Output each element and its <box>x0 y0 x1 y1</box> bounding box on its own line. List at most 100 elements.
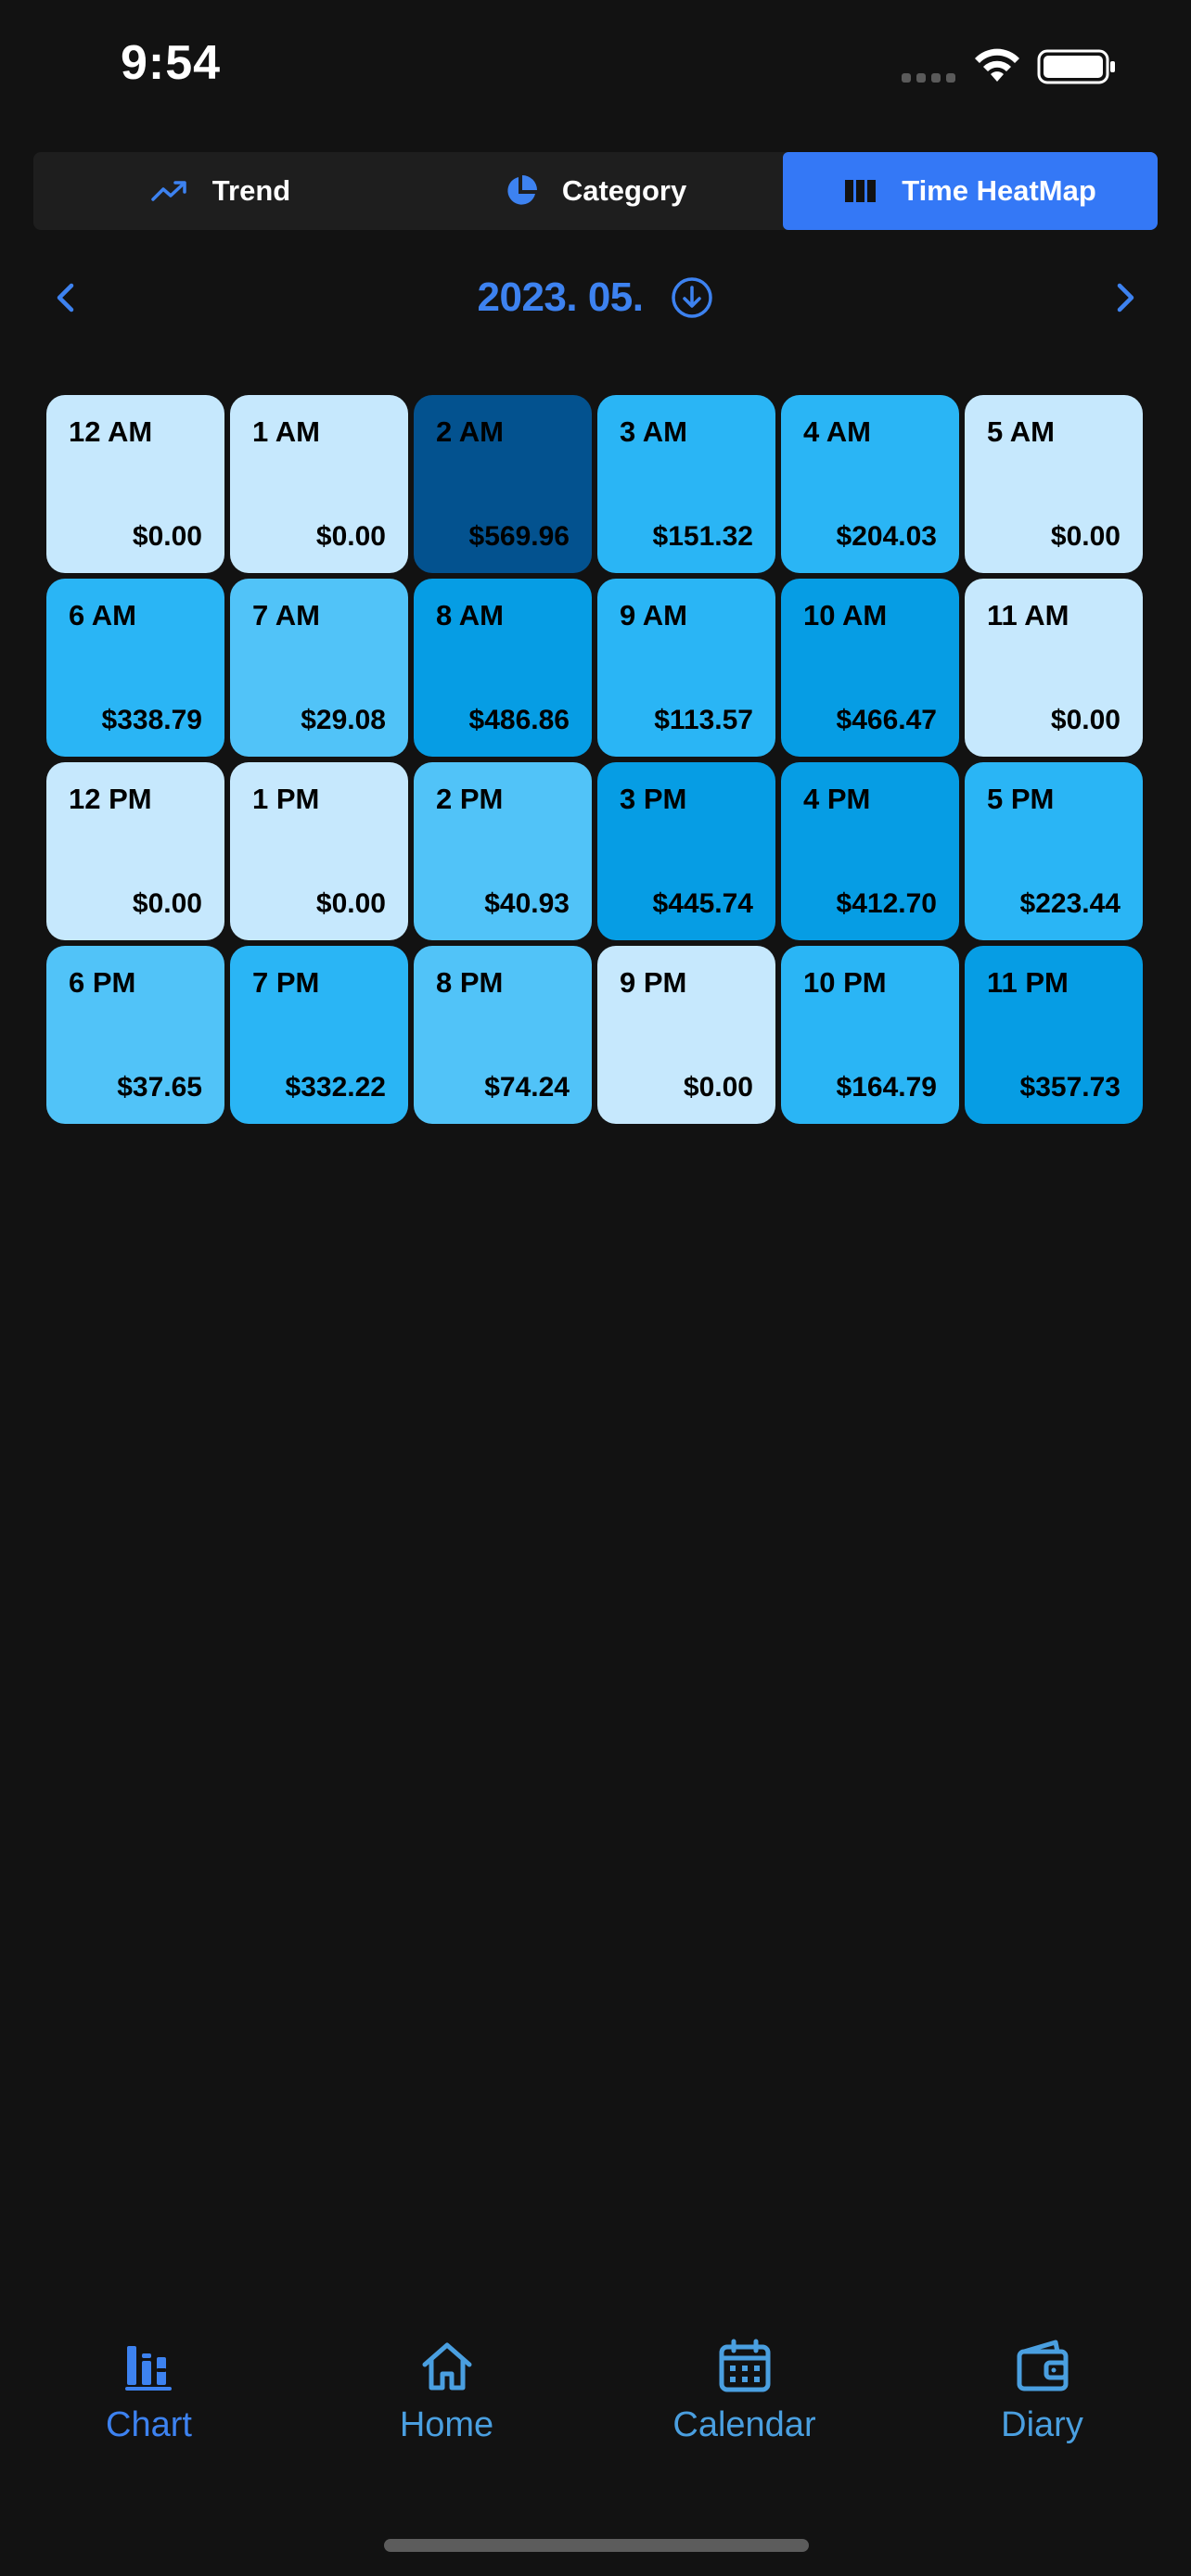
calendar-icon <box>719 2339 770 2392</box>
heatmap-cell-amount: $74.24 <box>484 1072 570 1103</box>
heatmap-cell[interactable]: 2 PM $40.93 <box>414 762 592 940</box>
heatmap-cell-amount: $40.93 <box>484 888 570 919</box>
tab-bar: Chart Home Calendar Diary <box>0 2337 1191 2476</box>
heatmap-cell[interactable]: 6 PM $37.65 <box>46 946 224 1124</box>
battery-icon <box>1037 49 1115 84</box>
heatmap-cell[interactable]: 4 AM $204.03 <box>781 395 959 573</box>
heatmap-cell[interactable]: 2 AM $569.96 <box>414 395 592 573</box>
segment-trend-label: Trend <box>211 174 291 207</box>
heatmap-cell-amount: $223.44 <box>1019 888 1121 919</box>
heatmap-cell[interactable]: 9 AM $113.57 <box>597 579 775 757</box>
heatmap-cell-amount: $412.70 <box>836 888 937 919</box>
heatmap-cell-amount: $332.22 <box>285 1072 386 1103</box>
wifi-icon <box>975 48 1019 82</box>
heatmap-cell[interactable]: 10 PM $164.79 <box>781 946 959 1124</box>
heatmap-cell[interactable]: 8 AM $486.86 <box>414 579 592 757</box>
heatmap-cell-hour: 9 PM <box>620 966 687 999</box>
heatmap-cell[interactable]: 5 AM $0.00 <box>965 395 1143 573</box>
time-heatmap-grid: 12 AM $0.00 1 AM $0.00 2 AM $569.96 3 AM $151.3… <box>46 395 1145 1124</box>
heatmap-cell[interactable]: 11 PM $357.73 <box>965 946 1143 1124</box>
heatmap-cell-hour: 2 AM <box>436 415 504 448</box>
heatmap-cell[interactable]: 8 PM $74.24 <box>414 946 592 1124</box>
heatmap-cell-amount: $164.79 <box>836 1072 937 1103</box>
heatmap-cell[interactable]: 7 PM $332.22 <box>230 946 408 1124</box>
heatmap-cell-hour: 3 AM <box>620 415 687 448</box>
heatmap-cell-hour: 6 PM <box>69 966 136 999</box>
heatmap-cell[interactable]: 3 AM $151.32 <box>597 395 775 573</box>
home-icon <box>422 2342 471 2391</box>
segment-time-heatmap-label: Time HeatMap <box>902 174 1096 207</box>
tab-diary[interactable]: Diary <box>893 2337 1191 2476</box>
heatmap-cell-amount: $486.86 <box>468 705 570 735</box>
heatmap-cell-amount: $338.79 <box>101 705 202 735</box>
heatmap-cell-hour: 7 PM <box>252 966 320 999</box>
heatmap-cell-hour: 10 AM <box>803 599 888 631</box>
heatmap-cell-hour: 9 AM <box>620 599 687 631</box>
heatmap-cell-hour: 10 PM <box>803 966 887 999</box>
heatmap-cell-hour: 6 AM <box>69 599 136 631</box>
tab-home[interactable]: Home <box>298 2337 596 2476</box>
heatmap-icon <box>845 180 877 202</box>
view-segmented-control: Trend Category Time HeatMap <box>33 152 1158 230</box>
heatmap-cell-amount: $113.57 <box>654 705 753 735</box>
heatmap-cell-hour: 3 PM <box>620 783 687 815</box>
heatmap-cell[interactable]: 9 PM $0.00 <box>597 946 775 1124</box>
heatmap-cell[interactable]: 11 AM $0.00 <box>965 579 1143 757</box>
heatmap-cell-amount: $0.00 <box>132 521 202 552</box>
heatmap-cell-amount: $0.00 <box>1050 705 1121 735</box>
heatmap-cell-hour: 4 AM <box>803 415 871 448</box>
month-label[interactable]: 2023. 05. <box>478 274 645 321</box>
heatmap-cell-hour: 5 AM <box>987 415 1055 448</box>
heatmap-cell-hour: 8 PM <box>436 966 504 999</box>
heatmap-cell-amount: $357.73 <box>1019 1072 1121 1103</box>
pie-chart-icon <box>507 175 537 205</box>
heatmap-cell[interactable]: 4 PM $412.70 <box>781 762 959 940</box>
segment-category-label: Category <box>561 174 687 207</box>
tab-calendar[interactable]: Calendar <box>596 2337 893 2476</box>
heatmap-cell-amount: $445.74 <box>652 888 753 919</box>
heatmap-cell-amount: $0.00 <box>315 888 386 919</box>
segment-trend[interactable]: Trend <box>33 152 408 230</box>
heatmap-cell-hour: 12 PM <box>69 783 152 815</box>
heatmap-cell-amount: $569.96 <box>468 521 570 552</box>
chevron-right-icon[interactable] <box>1102 274 1148 321</box>
tab-diary-label: Diary <box>1001 2405 1083 2444</box>
status-bar: 9:54 <box>0 0 1191 139</box>
heatmap-cell[interactable]: 10 AM $466.47 <box>781 579 959 757</box>
heatmap-cell-amount: $0.00 <box>132 888 202 919</box>
heatmap-cell-hour: 4 PM <box>803 783 871 815</box>
heatmap-cell[interactable]: 6 AM $338.79 <box>46 579 224 757</box>
home-indicator <box>384 2539 809 2552</box>
heatmap-cell-amount: $29.08 <box>301 705 386 735</box>
heatmap-cell-amount: $466.47 <box>836 705 937 735</box>
heatmap-cell[interactable]: 3 PM $445.74 <box>597 762 775 940</box>
heatmap-cell-amount: $204.03 <box>836 521 937 552</box>
heatmap-cell-hour: 1 PM <box>252 783 320 815</box>
heatmap-cell[interactable]: 1 AM $0.00 <box>230 395 408 573</box>
segment-category[interactable]: Category <box>408 152 783 230</box>
segment-time-heatmap[interactable]: Time HeatMap <box>783 152 1158 230</box>
trend-icon <box>151 181 186 201</box>
status-time: 9:54 <box>121 36 222 90</box>
heatmap-cell-amount: $37.65 <box>117 1072 202 1103</box>
wallet-icon <box>1017 2340 1068 2391</box>
heatmap-cell[interactable]: 12 AM $0.00 <box>46 395 224 573</box>
bar-chart-icon <box>124 2346 172 2391</box>
month-dropdown-icon[interactable] <box>670 275 714 320</box>
tab-chart-label: Chart <box>106 2405 192 2444</box>
heatmap-cell-hour: 12 AM <box>69 415 153 448</box>
tab-chart[interactable]: Chart <box>0 2337 298 2476</box>
cellular-signal-icon <box>902 73 955 83</box>
tab-calendar-label: Calendar <box>672 2405 816 2444</box>
month-navigator: 2023. 05. <box>33 265 1158 330</box>
heatmap-cell[interactable]: 5 PM $223.44 <box>965 762 1143 940</box>
heatmap-cell-hour: 5 PM <box>987 783 1055 815</box>
month-selector: 2023. 05. <box>33 265 1158 330</box>
heatmap-cell[interactable]: 1 PM $0.00 <box>230 762 408 940</box>
heatmap-cell-hour: 7 AM <box>252 599 320 631</box>
heatmap-cell[interactable]: 12 PM $0.00 <box>46 762 224 940</box>
heatmap-cell[interactable]: 7 AM $29.08 <box>230 579 408 757</box>
heatmap-cell-hour: 8 AM <box>436 599 504 631</box>
heatmap-cell-hour: 2 PM <box>436 783 504 815</box>
heatmap-cell-hour: 11 PM <box>987 966 1069 999</box>
